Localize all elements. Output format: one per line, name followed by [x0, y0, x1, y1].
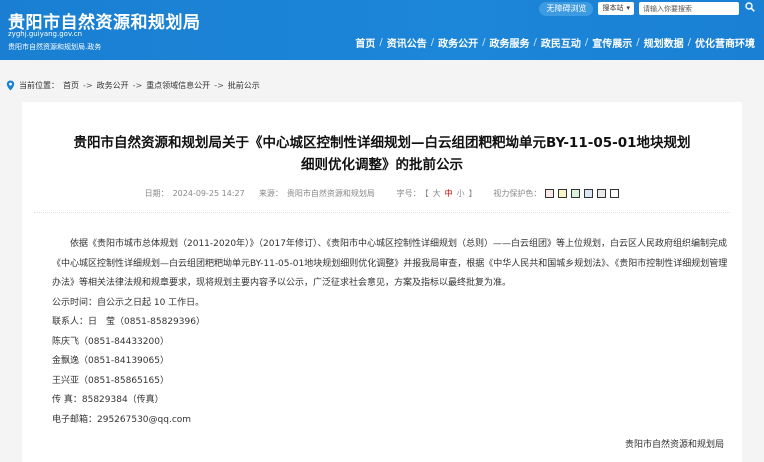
fax-line: 传 真：85829384（传真）	[52, 395, 164, 405]
breadcrumb: 当前位置： 首页 -> 政务公开 -> 重点领域信息公开 -> 批前公示	[6, 80, 260, 91]
nav-business-env[interactable]: 优化营商环境	[692, 35, 758, 50]
breadcrumb-home[interactable]: 首页	[63, 80, 79, 91]
breadcrumb-prefix: 当前位置：	[19, 81, 59, 90]
vision-color-swatch[interactable]	[571, 189, 581, 198]
search-scope-select[interactable]: 搜本站 ▾	[598, 2, 634, 15]
top-utility-bar: 无障碍浏览 搜本站 ▾	[539, 1, 756, 16]
article-meta: 日期： 2024-09-25 14:27 来源： 贵阳市自然资源和规划局 字号：【大…	[22, 188, 742, 199]
fontsize-small-button[interactable]: 小	[457, 189, 465, 198]
article-title: 贵阳市自然资源和规划局关于《中心城区控制性详细规划—白云组团粑粑坳单元BY-11…	[22, 132, 742, 176]
fontsize-large-button[interactable]: 大	[433, 189, 441, 198]
vision-protect-label: 视力保护色：	[493, 189, 542, 198]
breadcrumb-separator: ->	[83, 81, 93, 90]
site-domain: zyghj.guiyang.gov.cn	[8, 30, 83, 38]
publish-date: 2024-09-25 14:27	[172, 189, 245, 198]
source-value: 贵阳市自然资源和规划局	[286, 189, 375, 198]
article-title-line-2: 细则优化调整》的批前公示	[301, 157, 463, 173]
breadcrumb-pre-approval[interactable]: 批前公示	[228, 80, 260, 91]
nav-interaction[interactable]: 政民互动	[538, 35, 584, 50]
accessible-browse-button[interactable]: 无障碍浏览	[539, 1, 594, 16]
fontsize-bracket-open: 【	[424, 189, 429, 198]
nav-home[interactable]: 首页	[352, 35, 378, 50]
breadcrumb-separator: ->	[132, 81, 143, 90]
nav-news[interactable]: 资讯公告	[384, 35, 430, 50]
breadcrumb-gov-open[interactable]: 政务公开	[97, 80, 129, 91]
nav-gov-service[interactable]: 政务服务	[487, 35, 533, 50]
search-icon[interactable]	[744, 2, 756, 15]
search-input[interactable]	[639, 2, 739, 15]
article-title-line-1: 贵阳市自然资源和规划局关于《中心城区控制性详细规划—白云组团粑粑坳单元BY-11…	[73, 135, 691, 151]
breadcrumb-separator: ->	[214, 81, 224, 90]
breadcrumb-key-areas[interactable]: 重点领域信息公开	[146, 80, 210, 91]
main-nav: 首页 / 资讯公告 / 政务公开 / 政务服务 / 政民互动 / 宣传展示 / …	[352, 35, 758, 50]
fontsize-bracket-close: 】	[468, 189, 477, 198]
contact-line: 陈庆飞（0851-84433200）	[52, 336, 169, 347]
contact-line: 金飘逸（0851-84139065）	[52, 356, 169, 366]
vision-color-swatch[interactable]	[558, 189, 568, 198]
vision-color-swatch[interactable]	[584, 189, 594, 198]
location-pin-icon	[6, 80, 15, 91]
fontsize-label: 字号：	[396, 189, 421, 198]
site-header: 贵阳市自然资源和规划局 zyghj.guiyang.gov.cn 贵阳市自然资源…	[0, 0, 764, 60]
article-body: 依据《贵阳市城市总体规划（2011-2020年）》（2017年修订）、《贵阳市中…	[52, 235, 732, 430]
nav-gov-open[interactable]: 政务公开	[435, 35, 481, 50]
contact-line: 联系人：日 莹（0851-85829396）	[52, 317, 205, 327]
vision-color-swatch[interactable]	[545, 189, 555, 198]
nav-planning-data[interactable]: 规划数据	[641, 35, 687, 50]
nav-publicity[interactable]: 宣传展示	[589, 35, 635, 50]
fontsize-medium-button[interactable]: 中	[445, 189, 453, 198]
contact-line: 王兴亚（0851-85865165）	[52, 375, 169, 386]
article-card: 贵阳市自然资源和规划局关于《中心城区控制性详细规划—白云组团粑粑坳单元BY-11…	[22, 102, 742, 462]
notice-period-line: 公示时间：自公示之日起 10 工作日。	[52, 297, 205, 308]
site-subtitle: 贵阳市自然资源和规划局.政务	[8, 43, 102, 51]
chevron-down-icon: ▾	[626, 4, 630, 12]
article-paragraph: 依据《贵阳市城市总体规划（2011-2020年）》（2017年修订）、《贵阳市中…	[52, 239, 728, 288]
search-scope-label: 搜本站	[602, 4, 624, 12]
email-line: 电子邮箱：295267530@qq.com	[52, 414, 192, 425]
meta-divider	[34, 212, 730, 213]
date-label: 日期：	[144, 189, 169, 198]
vision-color-swatch[interactable]	[597, 189, 607, 198]
signature: 贵阳市自然资源和规划局	[624, 440, 724, 450]
source-label: 来源：	[258, 189, 283, 198]
vision-color-swatch[interactable]	[610, 189, 620, 198]
